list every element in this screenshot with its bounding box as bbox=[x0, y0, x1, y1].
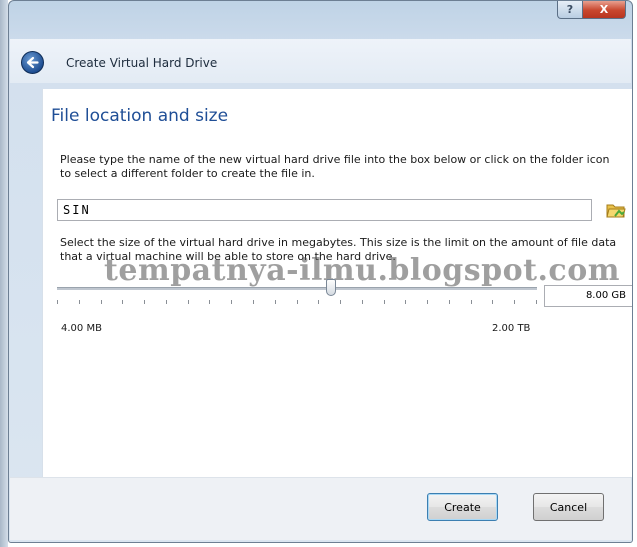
file-description: Please type the name of the new virtual … bbox=[60, 153, 610, 180]
create-button[interactable]: Create bbox=[427, 493, 498, 521]
slider-tick bbox=[340, 300, 342, 304]
slider-tick bbox=[492, 300, 494, 304]
slider-tick bbox=[448, 300, 450, 304]
folder-button[interactable] bbox=[606, 200, 626, 220]
cancel-button[interactable]: Cancel bbox=[533, 493, 604, 521]
dialog-window: ? X Create Virtual Hard Drive File locat… bbox=[8, 0, 633, 543]
slider-tick bbox=[144, 300, 146, 304]
help-button[interactable]: ? bbox=[557, 1, 583, 19]
slider-tick bbox=[470, 300, 472, 304]
slider-tick bbox=[318, 300, 320, 304]
wizard-page: File location and size Please type the n… bbox=[42, 89, 632, 477]
slider-tick bbox=[274, 300, 276, 304]
size-value-input[interactable]: 8.00 GB bbox=[544, 285, 632, 307]
back-button[interactable] bbox=[21, 51, 44, 74]
slider-tick bbox=[514, 300, 516, 304]
back-arrow-icon bbox=[26, 56, 39, 69]
slider-tick bbox=[252, 300, 254, 304]
slider-track bbox=[57, 287, 537, 290]
folder-icon bbox=[606, 204, 626, 218]
slider-tick bbox=[78, 300, 80, 304]
size-max-label: 2.00 TB bbox=[492, 323, 531, 334]
slider-tick bbox=[209, 300, 211, 304]
file-name-input[interactable] bbox=[57, 199, 592, 221]
page-title: File location and size bbox=[51, 106, 229, 126]
slider-tick bbox=[405, 300, 407, 304]
title-bar-controls: ? X bbox=[557, 1, 626, 19]
slider-tick bbox=[57, 300, 58, 304]
slider-ticks bbox=[57, 300, 537, 305]
desktop-edge bbox=[0, 0, 8, 547]
slider-tick bbox=[361, 300, 363, 304]
slider-tick bbox=[296, 300, 298, 304]
slider-tick bbox=[165, 300, 167, 304]
slider-tick bbox=[231, 300, 233, 304]
size-min-label: 4.00 MB bbox=[61, 323, 102, 334]
slider-tick bbox=[383, 300, 385, 304]
slider-tick bbox=[100, 300, 102, 304]
close-button[interactable]: X bbox=[583, 1, 626, 19]
slider-tick bbox=[536, 300, 537, 304]
slider-tick bbox=[122, 300, 124, 304]
slider-thumb[interactable] bbox=[325, 279, 336, 296]
slider-tick bbox=[427, 300, 429, 304]
slider-tick bbox=[187, 300, 189, 304]
size-slider[interactable] bbox=[57, 279, 537, 309]
dialog-title: Create Virtual Hard Drive bbox=[66, 56, 218, 70]
